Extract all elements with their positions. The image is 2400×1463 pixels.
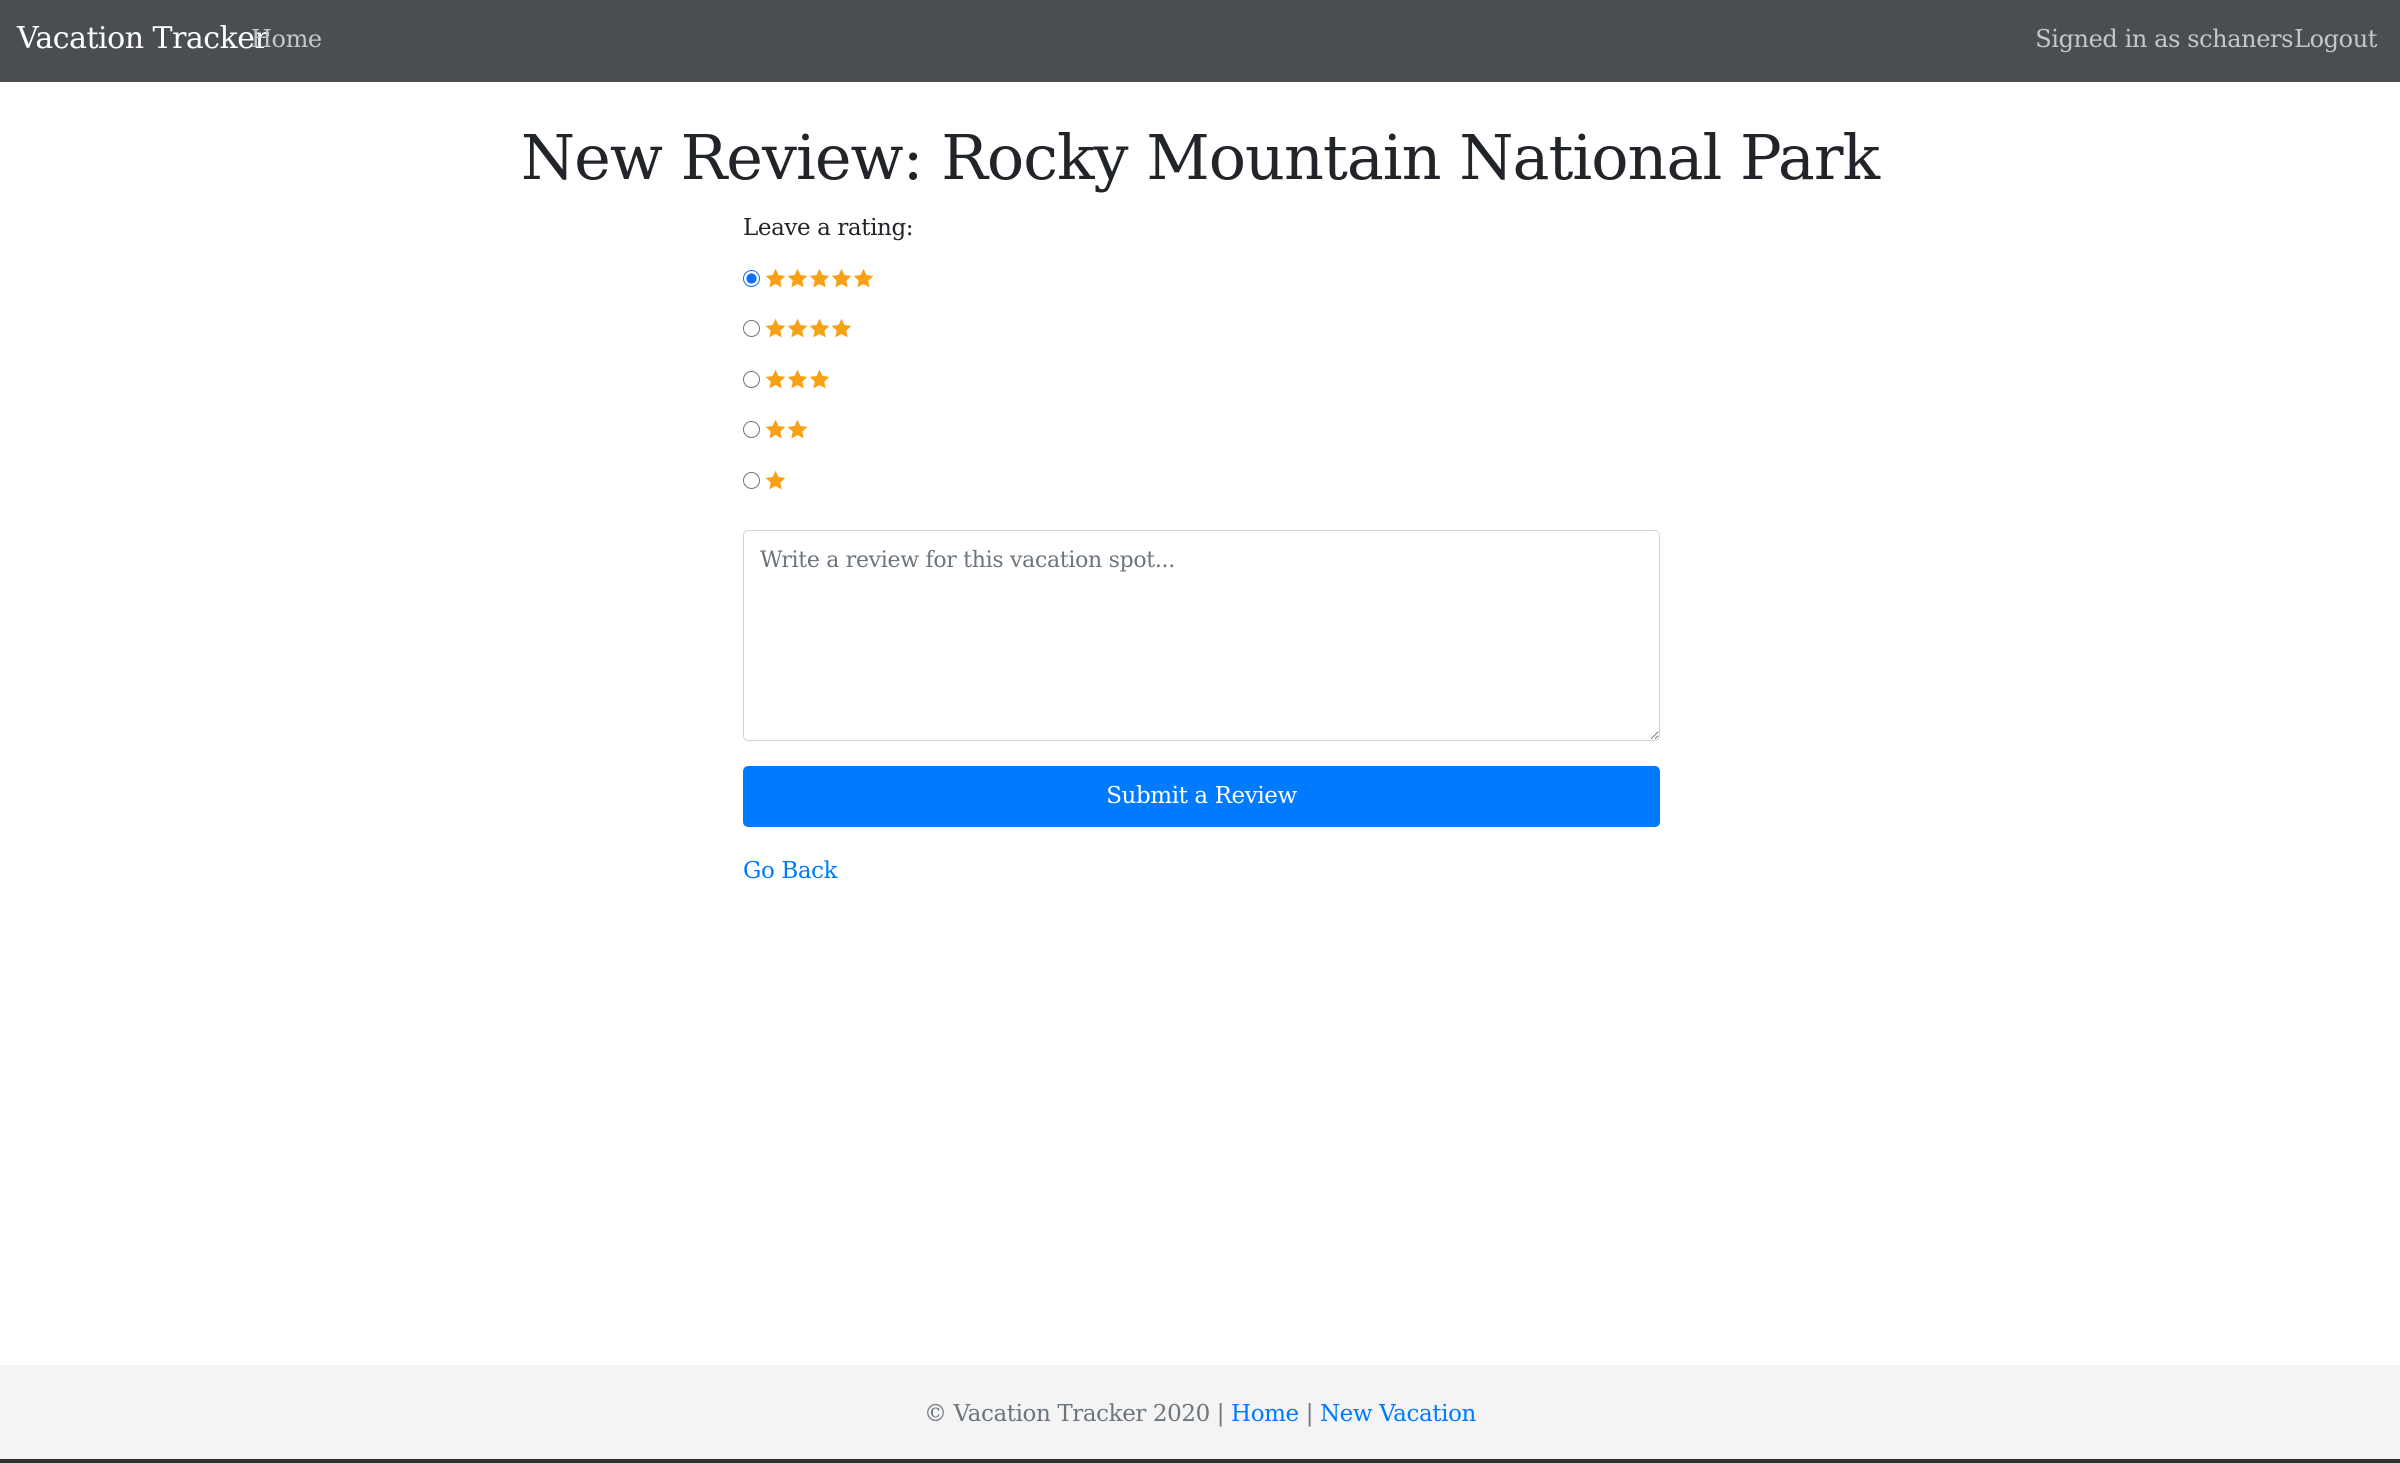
star-icon [808,368,831,391]
review-form: Leave a rating: Submit a Review Go Back [743,208,1660,887]
review-textarea[interactable] [743,529,1660,741]
rating-stars [764,317,852,340]
star-icon [764,317,787,340]
star-icon [786,418,809,441]
star-icon [764,418,787,441]
rating-radio-4[interactable] [743,320,760,338]
star-icon [808,267,831,290]
footer-home-link[interactable]: Home [1231,1401,1299,1427]
star-icon [830,267,853,290]
star-icon [764,267,787,290]
footer: © Vacation Tracker 2020 | Home | New Vac… [0,1365,2400,1463]
rating-option-1[interactable] [743,455,1660,506]
signed-in-text: Signed in as schaners [2035,25,2293,53]
rating-radio-3[interactable] [743,370,760,388]
rating-radio-5[interactable] [743,269,760,287]
rating-radio-1[interactable] [743,471,760,489]
rating-option-2[interactable] [743,405,1660,456]
rating-option-3[interactable] [743,354,1660,405]
rating-stars [764,267,874,290]
submit-review-button[interactable]: Submit a Review [743,765,1660,827]
navbar: Vacation Tracker Home Signed in as schan… [0,0,2400,82]
brand-link[interactable]: Vacation Tracker [17,18,269,60]
nav-home-link[interactable]: Home [251,22,322,56]
star-icon [764,469,787,492]
logout-link[interactable]: Logout [2294,22,2377,56]
star-icon [764,368,787,391]
footer-new-vacation-link[interactable]: New Vacation [1320,1401,1476,1427]
star-icon [808,317,831,340]
rating-stars [764,418,808,441]
page: Vacation Tracker Home Signed in as schan… [0,0,2400,1463]
footer-text: © Vacation Tracker 2020 | Home | New Vac… [0,1398,2400,1430]
star-icon [786,317,809,340]
star-icon [786,368,809,391]
star-icon [830,317,853,340]
star-icon [852,267,875,290]
star-icon [786,267,809,290]
rating-radio-2[interactable] [743,421,760,439]
go-back-link[interactable]: Go Back [743,855,838,887]
rating-option-4[interactable] [743,304,1660,355]
footer-separator: | [1305,1401,1320,1427]
rating-stars [764,469,786,492]
footer-copyright: © Vacation Tracker 2020 | [924,1401,1232,1427]
rating-label: Leave a rating: [743,215,914,241]
rating-stars [764,368,830,391]
page-title: New Review: Rocky Mountain National Park [520,121,1880,194]
rating-options [743,253,1660,506]
rating-option-5[interactable] [743,253,1660,304]
